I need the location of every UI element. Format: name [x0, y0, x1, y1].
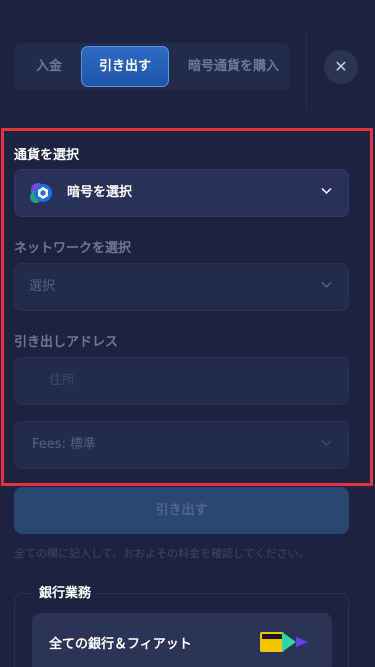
bank-fiat-card[interactable]: 全ての銀行＆フィアット: [32, 613, 332, 667]
tab-deposit[interactable]: 入金: [36, 43, 62, 90]
close-button[interactable]: ✕: [324, 50, 358, 84]
chevron-down-icon: [321, 187, 332, 195]
bank-fiat-label: 全ての銀行＆フィアット: [49, 637, 192, 652]
tab-withdraw[interactable]: 引き出す: [81, 46, 169, 87]
address-input[interactable]: 住所: [14, 357, 349, 405]
interac-logo: [260, 632, 284, 652]
tab-bar: 入金 引き出す 暗号通貨を購入: [14, 43, 290, 90]
payment-arrow-logo: [282, 632, 308, 652]
network-placeholder: 選択: [29, 279, 56, 294]
bank-logos: [260, 629, 316, 655]
chevron-down-icon: [321, 439, 332, 447]
tab-buy-crypto[interactable]: 暗号通貨を購入: [188, 43, 279, 90]
close-icon: ✕: [334, 57, 348, 76]
address-placeholder: 住所: [49, 373, 76, 388]
fees-select[interactable]: Fees: 標準: [14, 421, 349, 469]
form-hint: 全ての欄に記入して、おおよその料金を確認してください。: [14, 547, 310, 560]
network-select[interactable]: 選択: [14, 263, 349, 311]
chevron-down-icon: [321, 281, 332, 289]
currency-value: 暗号を選択: [67, 185, 133, 200]
network-label: ネットワークを選択: [14, 241, 132, 256]
address-label: 引き出しアドレス: [14, 335, 119, 350]
crypto-coins-icon: [29, 181, 53, 205]
header-divider: [306, 30, 307, 110]
currency-select[interactable]: 暗号を選択: [14, 169, 349, 217]
withdraw-button[interactable]: 引き出す: [14, 487, 349, 534]
currency-label: 通貨を選択: [14, 148, 80, 163]
fees-value: Fees: 標準: [32, 437, 97, 452]
banking-title: 銀行業務: [33, 582, 98, 601]
